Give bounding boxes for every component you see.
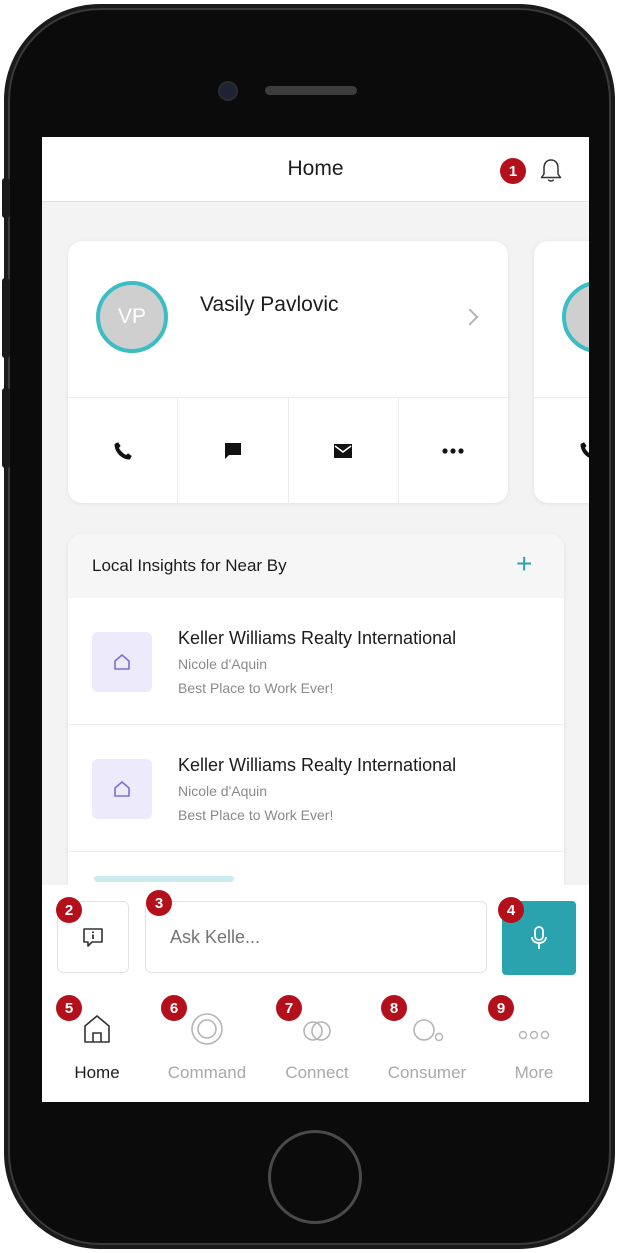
contact-card[interactable]: VP Vasily Pavlovic (68, 241, 508, 504)
connect-icon (303, 1021, 331, 1041)
speaker-grille (265, 86, 357, 95)
more-icon (518, 1030, 550, 1040)
add-insight-button[interactable]: + (516, 550, 532, 578)
bell-icon[interactable] (539, 158, 563, 184)
contact-actions (534, 397, 589, 504)
annotation-badge-8: 8 (381, 995, 407, 1021)
house-icon-tile (92, 759, 152, 819)
annotation-badge-9: 9 (488, 995, 514, 1021)
call-button[interactable] (68, 398, 179, 504)
tab-label: Consumer (387, 1063, 467, 1082)
annotation-badge-7: 7 (276, 995, 302, 1021)
annotation-badge-3: 3 (146, 890, 172, 916)
house-icon-tile (92, 632, 152, 692)
insight-company: Keller Williams Realty International (178, 628, 457, 648)
insight-company: Keller Williams Realty International (178, 755, 457, 775)
phone-icon (114, 442, 132, 460)
tab-label: Command (167, 1063, 247, 1082)
mute-switch (2, 178, 10, 218)
list-item[interactable]: Keller Williams Realty International Nic… (68, 725, 564, 852)
volume-up-button (2, 278, 10, 358)
tab-connect[interactable]: Connect (262, 977, 372, 1102)
contact-actions (68, 397, 508, 504)
tab-home-icon-wrap (42, 1011, 152, 1051)
command-icon (191, 1013, 223, 1045)
avatar (562, 281, 589, 353)
message-icon (224, 443, 241, 459)
message-button[interactable] (178, 398, 289, 504)
tab-label: Home (74, 1063, 120, 1082)
home-hardware-button[interactable] (268, 1130, 362, 1224)
annotation-badge-2: 2 (56, 897, 82, 923)
tab-connect-icon-wrap (262, 1011, 372, 1051)
list-item[interactable]: Keller Williams Realty International Nic… (68, 598, 564, 725)
contact-name: Vasily Pavlovic (200, 293, 339, 316)
phone-icon (580, 442, 589, 458)
insight-person: Nicole d'Aquin (178, 656, 268, 672)
consumer-icon (413, 1019, 444, 1042)
insights-title: Local Insights for Near By (92, 556, 287, 575)
info-chat-icon (83, 928, 103, 947)
tab-label: More (514, 1063, 554, 1082)
contact-card-next[interactable] (534, 241, 589, 503)
annotation-badge-4: 4 (498, 897, 524, 923)
more-actions-button[interactable] (399, 398, 508, 504)
home-icon (84, 1015, 110, 1043)
insights-header: Local Insights for Near By + (68, 534, 564, 598)
email-button[interactable] (289, 398, 399, 504)
more-icon (442, 448, 464, 454)
chevron-right-icon[interactable] (461, 308, 479, 326)
call-button[interactable] (534, 398, 589, 504)
mail-icon (334, 444, 353, 458)
volume-down-button (2, 388, 10, 468)
annotation-badge-1: 1 (500, 158, 526, 184)
tab-home[interactable]: Home (42, 977, 152, 1102)
app-screen: Home 1 VP Vasily Pavlovic Local Insights… (42, 137, 589, 1102)
insight-person: Nicole d'Aquin (178, 783, 268, 799)
top-bar: Home 1 (42, 137, 589, 202)
insight-tagline: Best Place to Work Ever! (178, 680, 334, 696)
house-icon (114, 781, 130, 797)
annotation-badge-5: 5 (56, 995, 82, 1021)
avatar: VP (96, 281, 168, 353)
tab-label: Connect (285, 1063, 349, 1082)
microphone-icon (531, 926, 547, 949)
ask-input[interactable] (145, 901, 487, 973)
front-camera (220, 83, 236, 99)
insight-tagline: Best Place to Work Ever! (178, 807, 334, 823)
next-item-peek (94, 876, 234, 882)
house-icon (114, 654, 130, 670)
annotation-badge-6: 6 (161, 995, 187, 1021)
